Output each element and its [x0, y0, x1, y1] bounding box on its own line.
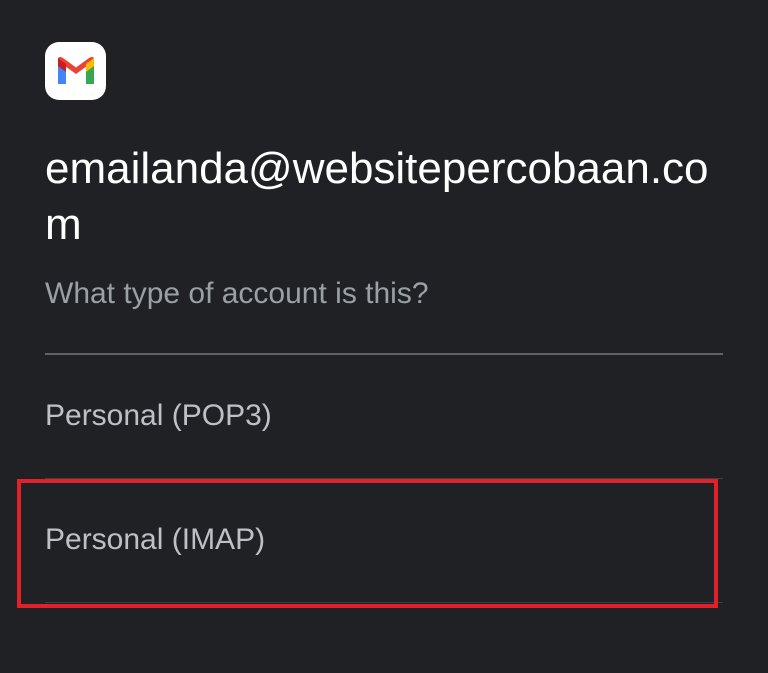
gmail-logo — [45, 42, 106, 100]
option-label: Personal (POP3) — [45, 399, 272, 432]
option-personal-pop3[interactable]: Personal (POP3) — [45, 354, 723, 478]
account-email: emailanda@websitepercobaan.com — [45, 144, 709, 249]
option-personal-imap[interactable]: Personal (IMAP) — [45, 478, 723, 602]
account-type-question: What type of account is this? — [45, 277, 429, 310]
option-label: Personal (IMAP) — [45, 523, 266, 556]
gmail-icon — [57, 57, 94, 84]
divider — [45, 602, 723, 603]
